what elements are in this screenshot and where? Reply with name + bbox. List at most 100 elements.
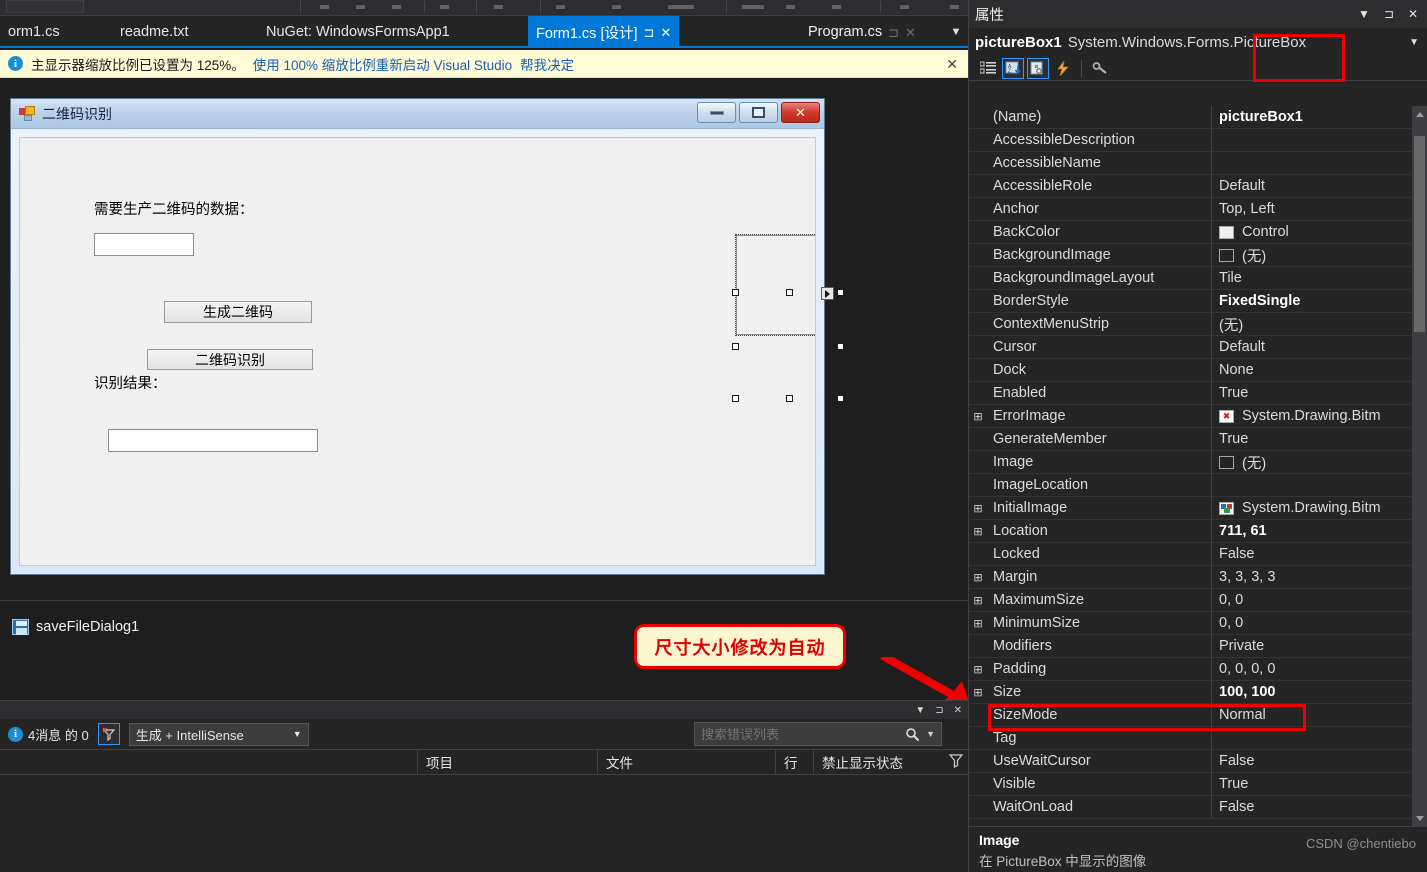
result-textbox[interactable]: [108, 429, 318, 452]
expander-plus-icon[interactable]: ⊞: [969, 612, 987, 635]
toolbar-icon-1[interactable]: [320, 5, 329, 9]
column-header-suppression[interactable]: 禁止显示状态: [814, 749, 944, 775]
expander-plus-icon[interactable]: ⊞: [969, 658, 987, 681]
property-row-backcolor[interactable]: BackColor Control: [969, 220, 1427, 244]
minimize-button[interactable]: [697, 102, 736, 123]
property-row-size[interactable]: ⊞ Size 100, 100: [969, 680, 1427, 704]
property-row-modifiers[interactable]: Modifiers Private: [969, 634, 1427, 658]
expander-plus-icon[interactable]: ⊞: [969, 405, 987, 428]
pin-icon[interactable]: ⊐: [935, 705, 943, 716]
property-row-name[interactable]: (Name) pictureBox1: [969, 106, 1427, 129]
designed-form[interactable]: 二维码识别 ✕ 需要生产二维码的数据： 生成二维码 二维码识别 识别结果：: [10, 98, 844, 575]
picturebox-control[interactable]: [735, 234, 815, 336]
property-row-minimumsize[interactable]: ⊞ MinimumSize 0, 0: [969, 611, 1427, 635]
property-row-errorimage[interactable]: ⊞ ErrorImage ✖ System.Drawing.Bitm: [969, 404, 1427, 428]
resize-handle-bottom-center[interactable]: [786, 395, 793, 402]
form-designer-surface[interactable]: 二维码识别 ✕ 需要生产二维码的数据： 生成二维码 二维码识别 识别结果：: [0, 78, 968, 600]
toolbar-icon-6[interactable]: [556, 5, 565, 9]
toolbar-icon-9[interactable]: [742, 5, 764, 9]
close-icon[interactable]: ✕: [954, 705, 962, 716]
selected-object-dropdown[interactable]: pictureBox1 System.Windows.Forms.Picture…: [969, 28, 1427, 56]
toolbar-icon-2[interactable]: [356, 5, 365, 9]
property-row-accessibledescription[interactable]: AccessibleDescription: [969, 128, 1427, 152]
drag-handle[interactable]: [1012, 0, 1347, 28]
tray-item-savefiledialog[interactable]: saveFileDialog1: [12, 619, 139, 635]
close-button[interactable]: ✕: [781, 102, 820, 123]
resize-handle-top-center[interactable]: [786, 289, 793, 296]
close-icon[interactable]: ✕: [946, 56, 958, 73]
toolbar-icon-3[interactable]: [392, 5, 401, 9]
properties-view-icon[interactable]: [1027, 57, 1049, 79]
property-row-visible[interactable]: Visible True: [969, 772, 1427, 796]
chevron-down-icon[interactable]: ▼: [1355, 7, 1373, 21]
property-row-accessiblerole[interactable]: AccessibleRole Default: [969, 174, 1427, 198]
close-icon[interactable]: ✕: [905, 26, 916, 39]
toolbar-icon-5[interactable]: [494, 5, 503, 9]
expander-plus-icon[interactable]: ⊞: [969, 681, 987, 704]
property-grid[interactable]: (Name) pictureBox1 AccessibleDescription…: [969, 106, 1427, 826]
property-row-imagelocation[interactable]: ImageLocation: [969, 473, 1427, 497]
tab-nuget[interactable]: NuGet: WindowsFormsApp1: [258, 16, 458, 48]
maximize-button[interactable]: [739, 102, 778, 123]
property-row-waitonload[interactable]: WaitOnLoad False: [969, 795, 1427, 819]
build-filter-dropdown[interactable]: 生成 + IntelliSense ▼: [128, 722, 309, 746]
property-row-backgroundimage[interactable]: BackgroundImage (无): [969, 243, 1427, 267]
toolbar-icon-13[interactable]: [950, 5, 959, 9]
input-textbox[interactable]: [94, 233, 194, 256]
toolbar-icon-4[interactable]: [440, 5, 449, 9]
close-icon[interactable]: ✕: [1405, 7, 1421, 21]
property-row-margin[interactable]: ⊞ Margin 3, 3, 3, 3: [969, 565, 1427, 589]
scroll-up-icon[interactable]: [1412, 106, 1427, 122]
error-search-box[interactable]: ▼: [694, 722, 942, 746]
property-row-tag[interactable]: Tag: [969, 726, 1427, 750]
column-filter-icon[interactable]: [948, 752, 964, 773]
toolbar-icon-12[interactable]: [900, 5, 909, 9]
tab-form1-designer[interactable]: Form1.cs [设计] ⊐ ✕: [528, 16, 680, 48]
resize-handle-middle-left[interactable]: [732, 343, 739, 350]
property-row-location[interactable]: ⊞ Location 711, 61: [969, 519, 1427, 543]
property-row-usewaitcursor[interactable]: UseWaitCursor False: [969, 749, 1427, 773]
toolbar-combo[interactable]: [6, 0, 84, 13]
property-row-backgroundimagelayout[interactable]: BackgroundImageLayout Tile: [969, 266, 1427, 290]
chevron-down-icon[interactable]: ▼: [926, 729, 935, 739]
resize-handle-bottom-right[interactable]: [837, 395, 844, 402]
restart-vs-link[interactable]: 使用 100% 缩放比例重新启动 Visual Studio: [253, 54, 512, 74]
pin-icon[interactable]: ⊐: [644, 26, 655, 39]
column-header-description[interactable]: [0, 749, 418, 775]
column-header-line[interactable]: 行: [776, 749, 814, 775]
tab-program-cs[interactable]: Program.cs ⊐ ✕: [800, 16, 924, 48]
expander-plus-icon[interactable]: ⊞: [969, 497, 987, 520]
pin-icon[interactable]: ⊐: [1381, 7, 1397, 21]
column-header-project[interactable]: 项目: [418, 749, 598, 775]
property-row-enabled[interactable]: Enabled True: [969, 381, 1427, 405]
tab-readme-txt[interactable]: readme.txt: [112, 16, 197, 48]
tab-overflow-button[interactable]: ▼: [946, 16, 966, 48]
property-pages-icon[interactable]: [1089, 58, 1111, 79]
expander-plus-icon[interactable]: ⊞: [969, 520, 987, 543]
property-row-borderstyle[interactable]: BorderStyle FixedSingle: [969, 289, 1427, 313]
close-icon[interactable]: ✕: [660, 26, 671, 39]
property-row-locked[interactable]: Locked False: [969, 542, 1427, 566]
toolbar-icon-7[interactable]: [612, 5, 621, 9]
property-row-initialimage[interactable]: ⊞ InitialImage System.Drawing.Bitm: [969, 496, 1427, 520]
property-row-generatemember[interactable]: GenerateMember True: [969, 427, 1427, 451]
tab-form1-cs[interactable]: orm1.cs: [0, 16, 68, 48]
properties-scroll-thumb[interactable]: [1414, 136, 1425, 332]
clear-filter-icon[interactable]: [97, 723, 120, 745]
property-row-accessiblename[interactable]: AccessibleName: [969, 151, 1427, 175]
properties-vertical-scrollbar[interactable]: [1412, 106, 1427, 826]
resize-handle-bottom-left[interactable]: [732, 395, 739, 402]
property-row-sizemode[interactable]: SizeMode Normal: [969, 703, 1427, 727]
column-header-file[interactable]: 文件: [598, 749, 776, 775]
expander-plus-icon[interactable]: ⊞: [969, 566, 987, 589]
search-input[interactable]: [701, 726, 900, 742]
alphabetical-view-icon[interactable]: A Z: [1002, 57, 1024, 79]
property-row-dock[interactable]: Dock None: [969, 358, 1427, 382]
property-row-anchor[interactable]: Anchor Top, Left: [969, 197, 1427, 221]
property-row-contextmenustrip[interactable]: ContextMenuStrip (无): [969, 312, 1427, 336]
property-row-padding[interactable]: ⊞ Padding 0, 0, 0, 0: [969, 657, 1427, 681]
resize-handle-top-left[interactable]: [732, 289, 739, 296]
toolbar-icon-11[interactable]: [832, 5, 841, 9]
expander-plus-icon[interactable]: ⊞: [969, 589, 987, 612]
categorized-view-icon[interactable]: [977, 58, 999, 79]
